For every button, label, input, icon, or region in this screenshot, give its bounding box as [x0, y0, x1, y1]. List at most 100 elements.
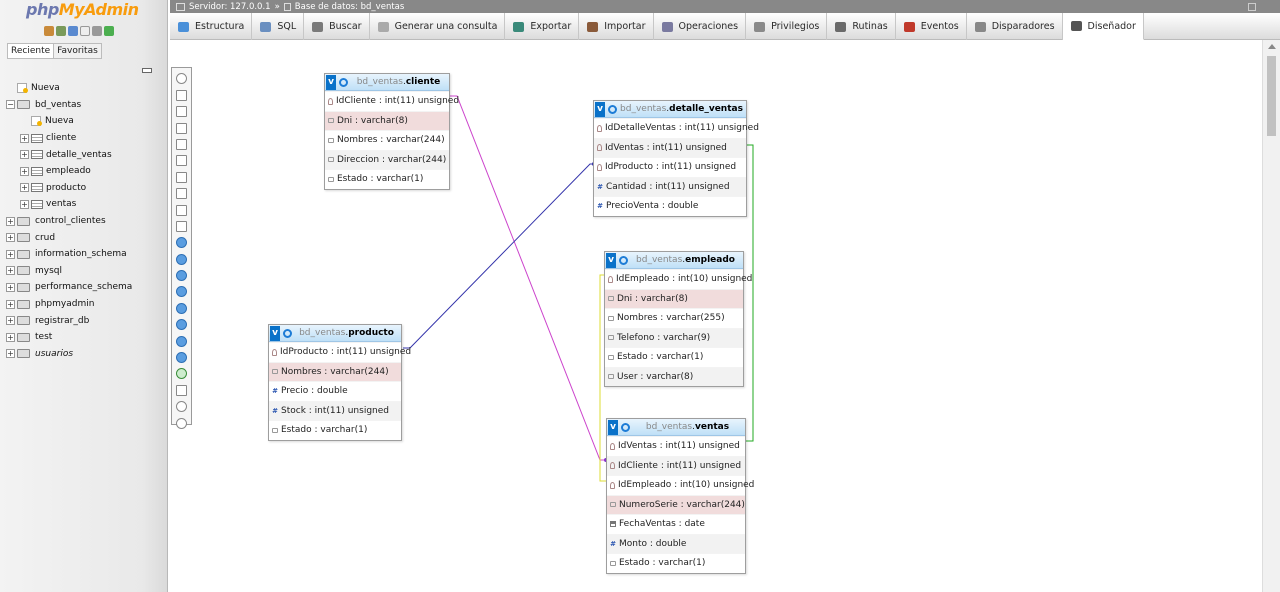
tab-recent[interactable]: Reciente	[7, 43, 55, 59]
table-options-icon[interactable]	[339, 77, 348, 87]
tree-item-label[interactable]: ventas	[46, 199, 76, 209]
table-column[interactable]: Nombres : varchar(244)	[325, 130, 449, 150]
tree-item-label[interactable]: bd_ventas	[35, 100, 81, 110]
designer-table-empleado[interactable]: v bd_ventas.empleado IdEmpleado : int(10) …	[604, 251, 752, 387]
tree-item[interactable]: + test	[6, 329, 166, 346]
expand-icon[interactable]: +	[6, 266, 15, 276]
tree-item-label[interactable]: mysql	[35, 266, 62, 276]
tree-item-label[interactable]: phpmyadmin	[35, 299, 94, 309]
table-column[interactable]: Estado : varchar(1)	[269, 420, 401, 440]
designer-table-ventas[interactable]: v bd_ventas.ventas IdVentas : int(11) unsi…	[606, 418, 754, 574]
tab-eventos[interactable]: Eventos	[896, 13, 967, 40]
tab-buscar[interactable]: Buscar	[304, 13, 370, 40]
designer-tool-icon[interactable]	[176, 352, 187, 364]
table-header[interactable]: v bd_ventas.detalle_ventas	[594, 101, 746, 118]
designer-tool-icon[interactable]	[176, 106, 187, 118]
expand-icon[interactable]: +	[6, 282, 15, 292]
designer-table-cliente[interactable]: v bd_ventas.cliente IdCliente : int(11) un…	[324, 73, 459, 190]
tree-item[interactable]: + mysql	[6, 263, 166, 280]
help-icon[interactable]	[68, 26, 78, 36]
table-title[interactable]: bd_ventas.producto	[292, 328, 401, 338]
breadcrumb-database[interactable]: Base de datos: bd_ventas	[295, 2, 405, 12]
table-column[interactable]: Estado : varchar(1)	[325, 169, 449, 189]
designer-tool-icon[interactable]	[176, 155, 187, 167]
table-title[interactable]: bd_ventas.cliente	[348, 77, 449, 87]
expand-icon[interactable]: +	[20, 133, 29, 143]
tree-item[interactable]: + cliente	[6, 130, 166, 147]
tab-disparadores[interactable]: Disparadores	[967, 13, 1063, 40]
designer-tool-icon[interactable]	[176, 188, 187, 200]
expand-icon[interactable]: +	[6, 216, 15, 226]
table-options-icon[interactable]	[608, 104, 617, 114]
table-column[interactable]: Estado : varchar(1)	[605, 347, 743, 367]
designer-tool-icon[interactable]	[176, 368, 187, 380]
tree-item[interactable]: + information_schema	[6, 246, 166, 263]
designer-tool-icon[interactable]	[176, 73, 187, 85]
tree-item-label[interactable]: producto	[46, 183, 86, 193]
table-column[interactable]: Nombres : varchar(255)	[605, 308, 743, 328]
designer-tool-icon[interactable]	[176, 417, 187, 429]
tree-item[interactable]: + control_clientes	[6, 213, 166, 230]
toggle-columns-icon[interactable]: v	[608, 419, 618, 435]
table-column[interactable]: # Precio : double	[269, 381, 401, 401]
tree-item-label[interactable]: Nueva	[45, 116, 74, 126]
table-column[interactable]: IdCliente : int(11) unsigned	[325, 91, 459, 111]
designer-tool-icon[interactable]	[176, 89, 187, 101]
table-title[interactable]: bd_ventas.detalle_ventas	[617, 104, 746, 114]
tab-exportar[interactable]: Exportar	[505, 13, 580, 40]
tab-operaciones[interactable]: Operaciones	[654, 13, 747, 40]
table-column[interactable]: Telefono : varchar(9)	[605, 327, 743, 347]
toggle-columns-icon[interactable]: v	[270, 325, 280, 341]
expand-icon[interactable]: +	[6, 316, 15, 326]
designer-tool-icon[interactable]	[176, 270, 187, 282]
expand-icon[interactable]: +	[20, 183, 29, 193]
maximize-icon[interactable]	[1248, 2, 1256, 11]
designer-tool-icon[interactable]	[176, 384, 187, 396]
designer-tool-icon[interactable]	[176, 401, 187, 413]
tree-item-label[interactable]: usuarios	[35, 349, 73, 359]
tab-generar-una-consulta[interactable]: Generar una consulta	[370, 13, 506, 40]
table-header[interactable]: v bd_ventas.ventas	[607, 419, 745, 436]
designer-tool-icon[interactable]	[176, 319, 187, 331]
expand-icon[interactable]: +	[6, 249, 15, 259]
tree-item[interactable]: + detalle_ventas	[6, 146, 166, 163]
table-column[interactable]: # Stock : int(11) unsigned	[269, 400, 401, 420]
table-header[interactable]: v bd_ventas.empleado	[605, 252, 743, 269]
tree-item[interactable]: Nueva	[6, 113, 166, 130]
designer-tool-icon[interactable]	[176, 302, 187, 314]
collapse-icon[interactable]: −	[6, 100, 15, 110]
table-column[interactable]: IdCliente : int(11) unsigned	[607, 455, 745, 475]
table-column[interactable]: # Monto : double	[607, 533, 745, 553]
table-column[interactable]: # Cantidad : int(11) unsigned	[594, 176, 746, 196]
table-title[interactable]: bd_ventas.empleado	[628, 255, 743, 265]
tree-item[interactable]: Nueva	[6, 80, 166, 97]
toggle-columns-icon[interactable]: v	[326, 74, 336, 90]
tab-sql[interactable]: SQL	[252, 13, 305, 40]
settings-icon[interactable]	[92, 26, 102, 36]
table-title[interactable]: bd_ventas.ventas	[630, 422, 745, 432]
table-column[interactable]: FechaVentas : date	[607, 514, 745, 534]
table-column[interactable]: Estado : varchar(1)	[607, 553, 745, 573]
table-options-icon[interactable]	[283, 328, 292, 338]
tree-item-label[interactable]: test	[35, 332, 52, 342]
tab-diseñador[interactable]: Diseñador	[1062, 13, 1144, 40]
reload-icon[interactable]	[104, 26, 114, 36]
table-column[interactable]: Dni : varchar(8)	[325, 110, 449, 130]
logout-icon[interactable]	[56, 26, 66, 36]
table-column[interactable]: Nombres : varchar(244)	[269, 361, 401, 381]
table-column[interactable]: IdProducto : int(11) unsigned	[594, 157, 746, 177]
tree-item[interactable]: + ventas	[6, 196, 166, 213]
designer-table-detalle-ventas[interactable]: v bd_ventas.detalle_ventas IdDetalleVentas…	[593, 100, 759, 217]
tree-item-label[interactable]: registrar_db	[35, 316, 89, 326]
designer-table-producto[interactable]: v bd_ventas.producto IdProducto : int(11) …	[268, 324, 411, 441]
tab-rutinas[interactable]: Rutinas	[827, 13, 896, 40]
toggle-columns-icon[interactable]: v	[595, 101, 605, 117]
docs-icon[interactable]	[80, 26, 90, 36]
table-header[interactable]: v bd_ventas.producto	[269, 325, 401, 342]
table-options-icon[interactable]	[621, 422, 630, 432]
scroll-thumb[interactable]	[1267, 56, 1276, 136]
breadcrumb-server[interactable]: Servidor: 127.0.0.1	[189, 2, 271, 12]
designer-tool-icon[interactable]	[176, 286, 187, 298]
tree-item[interactable]: + usuarios	[6, 346, 166, 363]
home-icon[interactable]	[44, 26, 54, 36]
